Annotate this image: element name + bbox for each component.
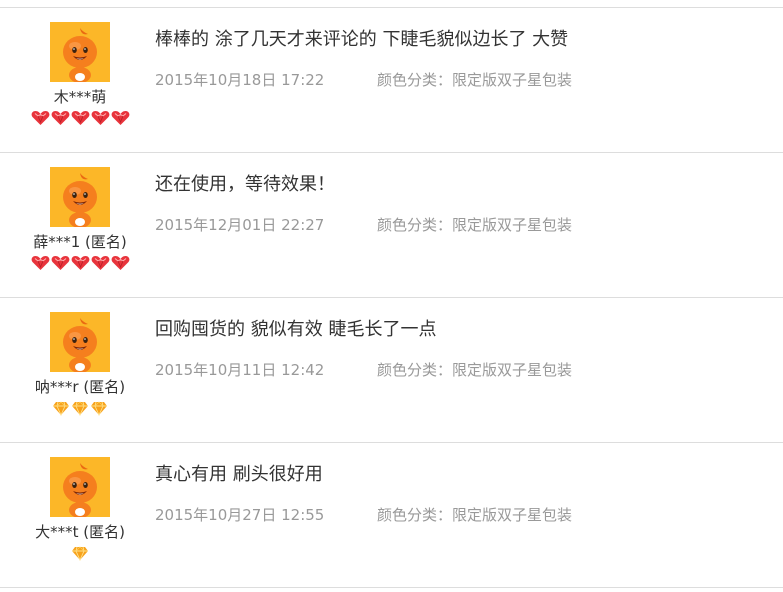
review-content: 真心有用 刷头很好用 2015年10月27日 12:55 颜色分类：限定版双子星包…	[155, 463, 773, 525]
reviewer-info: 薛***1 (匿名)	[0, 167, 160, 271]
yellow-diamond-icon	[72, 401, 88, 416]
yellow-diamond-icon	[91, 401, 107, 416]
review-content: 棒棒的 涂了几天才来评论的 下睫毛貌似边长了 大赞 2015年10月18日 17…	[155, 28, 773, 90]
red-heart-gem-icon	[51, 256, 69, 270]
review-date: 2015年10月11日 12:42	[155, 361, 325, 379]
review-content: 还在使用，等待效果！ 2015年12月01日 22:27 颜色分类：限定版双子星包…	[155, 173, 773, 235]
yellow-diamond-icon	[53, 401, 69, 416]
reviewer-name[interactable]: 薛***1 (匿名)	[0, 233, 160, 251]
red-heart-gem-icon	[111, 111, 129, 125]
review-text: 回购囤货的 貌似有效 睫毛长了一点	[155, 319, 437, 340]
review-item: 木***萌 棒棒的 涂了几天才来评论的 下睫毛貌似边长了 大赞 2015年10月…	[0, 7, 783, 152]
sku-value: 限定版双子星包装	[452, 71, 573, 89]
review-content: 回购囤货的 貌似有效 睫毛长了一点 2015年10月11日 12:42 颜色分类：…	[155, 318, 773, 380]
sku-value: 限定版双子星包装	[452, 506, 573, 524]
reviewer-rank	[0, 255, 160, 271]
review-text: 还在使用，等待效果！	[155, 174, 335, 195]
sku-label: 颜色分类：	[377, 506, 453, 524]
reviewer-name[interactable]: 木***萌	[0, 88, 160, 106]
review-text: 真心有用 刷头很好用	[155, 464, 323, 485]
avatar[interactable]	[50, 312, 110, 372]
yellow-diamond-icon	[72, 546, 88, 561]
review-meta: 2015年10月11日 12:42 颜色分类：限定版双子星包装	[155, 360, 773, 380]
review-item: 薛***1 (匿名) 还在使用，等待效果！ 2015年12月01日 22:27 颜…	[0, 152, 783, 297]
red-heart-gem-icon	[71, 111, 89, 125]
red-heart-gem-icon	[111, 256, 129, 270]
review-text: 棒棒的 涂了几天才来评论的 下睫毛貌似边长了 大赞	[155, 29, 569, 50]
red-heart-gem-icon	[91, 111, 109, 125]
sku-value: 限定版双子星包装	[452, 216, 573, 234]
reviewer-info: 大***t (匿名)	[0, 457, 160, 561]
sku-value: 限定版双子星包装	[452, 361, 573, 379]
red-heart-gem-icon	[51, 111, 69, 125]
sku-label: 颜色分类：	[377, 361, 453, 379]
red-heart-gem-icon	[91, 256, 109, 270]
red-heart-gem-icon	[31, 256, 49, 270]
reviewer-rank	[0, 545, 160, 561]
reviewer-info: 呐***r (匿名)	[0, 312, 160, 416]
review-meta: 2015年10月27日 12:55 颜色分类：限定版双子星包装	[155, 505, 773, 525]
sku-label: 颜色分类：	[377, 216, 453, 234]
avatar[interactable]	[50, 22, 110, 82]
review-item: 呐***r (匿名) 回购囤货的 貌似有效 睫毛长了一点 2015年10月11日…	[0, 297, 783, 442]
review-date: 2015年10月27日 12:55	[155, 506, 325, 524]
review-date: 2015年10月18日 17:22	[155, 71, 325, 89]
red-heart-gem-icon	[71, 256, 89, 270]
review-date: 2015年12月01日 22:27	[155, 216, 325, 234]
avatar[interactable]	[50, 457, 110, 517]
sku-label: 颜色分类：	[377, 71, 453, 89]
reviewer-name[interactable]: 呐***r (匿名)	[0, 378, 160, 396]
avatar[interactable]	[50, 167, 110, 227]
review-meta: 2015年10月18日 17:22 颜色分类：限定版双子星包装	[155, 70, 773, 90]
reviewer-name[interactable]: 大***t (匿名)	[0, 523, 160, 541]
reviewer-rank	[0, 400, 160, 416]
red-heart-gem-icon	[31, 111, 49, 125]
review-list: 木***萌 棒棒的 涂了几天才来评论的 下睫毛貌似边长了 大赞 2015年10月…	[0, 7, 783, 588]
reviewer-rank	[0, 110, 160, 126]
review-item: 大***t (匿名) 真心有用 刷头很好用 2015年10月27日 12:55 颜…	[0, 442, 783, 588]
review-meta: 2015年12月01日 22:27 颜色分类：限定版双子星包装	[155, 215, 773, 235]
reviewer-info: 木***萌	[0, 22, 160, 126]
